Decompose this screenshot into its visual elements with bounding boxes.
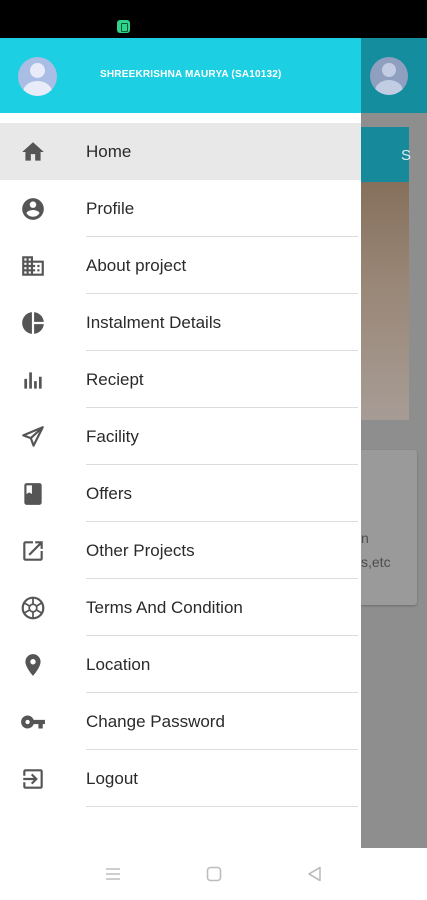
background-app[interactable]: S n s,etc [361,38,427,848]
background-card: n s,etc [361,450,417,605]
status-bar [0,0,427,38]
menu-item-label: Home [86,142,132,161]
menu-item-home[interactable]: Home [0,123,361,180]
account-circle-icon [20,196,46,222]
menu-item-label: Profile [86,199,135,218]
drawer-header: SHREEKRISHNA MAURYA (SA10132) [0,38,361,113]
user-name: SHREEKRISHNA MAURYA (SA10132) [100,69,282,80]
navigation-drawer: SHREEKRISHNA MAURYA (SA10132) Home Profi… [0,38,361,848]
avatar[interactable] [18,57,57,96]
menu-item-label: Facility [86,427,139,446]
background-banner-image [361,182,409,420]
menu-item-label: Offers [86,484,132,503]
home-icon [20,139,46,165]
book-icon [20,481,46,507]
logout-icon [20,766,46,792]
open-in-new-icon [20,538,46,564]
menu-item-about-project[interactable]: About project [0,237,361,294]
home-square-icon[interactable] [205,865,223,883]
menu-item-label: Terms And Condition [86,598,243,617]
background-avatar-icon [370,57,408,95]
menu-item-label: About project [86,256,187,275]
menu-item-label: Change Password [86,712,225,731]
bar-chart-icon [20,367,46,393]
menu-item-label: Logout [86,769,138,788]
background-tab-label: S [401,147,412,164]
menu-item-other-projects[interactable]: Other Projects [0,522,361,579]
aperture-icon [20,595,46,621]
background-header [361,38,427,113]
menu-item-change-password[interactable]: Change Password [0,693,361,750]
menu-item-label: Instalment Details [86,313,222,332]
menu-item-logout[interactable]: Logout [0,750,361,807]
menu-item-facility[interactable]: Facility [0,408,361,465]
pie-chart-icon [20,310,46,336]
back-triangle-icon[interactable] [306,865,324,883]
background-card-text-2: s,etc [361,554,391,570]
menu-item-reciept[interactable]: Reciept [0,351,361,408]
menu-item-terms-and-condition[interactable]: Terms And Condition [0,579,361,636]
menu-item-instalment-details[interactable]: Instalment Details [0,294,361,351]
notification-icon [117,20,130,33]
location-pin-icon [20,652,46,678]
key-icon [20,709,46,735]
menu-item-label: Reciept [86,370,144,389]
system-navigation-bar [0,848,427,900]
menu-item-label: Other Projects [86,541,195,560]
menu-item-offers[interactable]: Offers [0,465,361,522]
menu-item-profile[interactable]: Profile [0,180,361,237]
paper-plane-icon [20,424,46,450]
building-icon [20,253,46,279]
menu-lines-icon[interactable] [104,865,122,883]
menu-item-label: Location [86,655,151,674]
drawer-menu: Home Profile About project Instalment De… [0,123,361,807]
menu-item-location[interactable]: Location [0,636,361,693]
divider [86,806,358,807]
background-card-text-1: n [361,530,369,546]
